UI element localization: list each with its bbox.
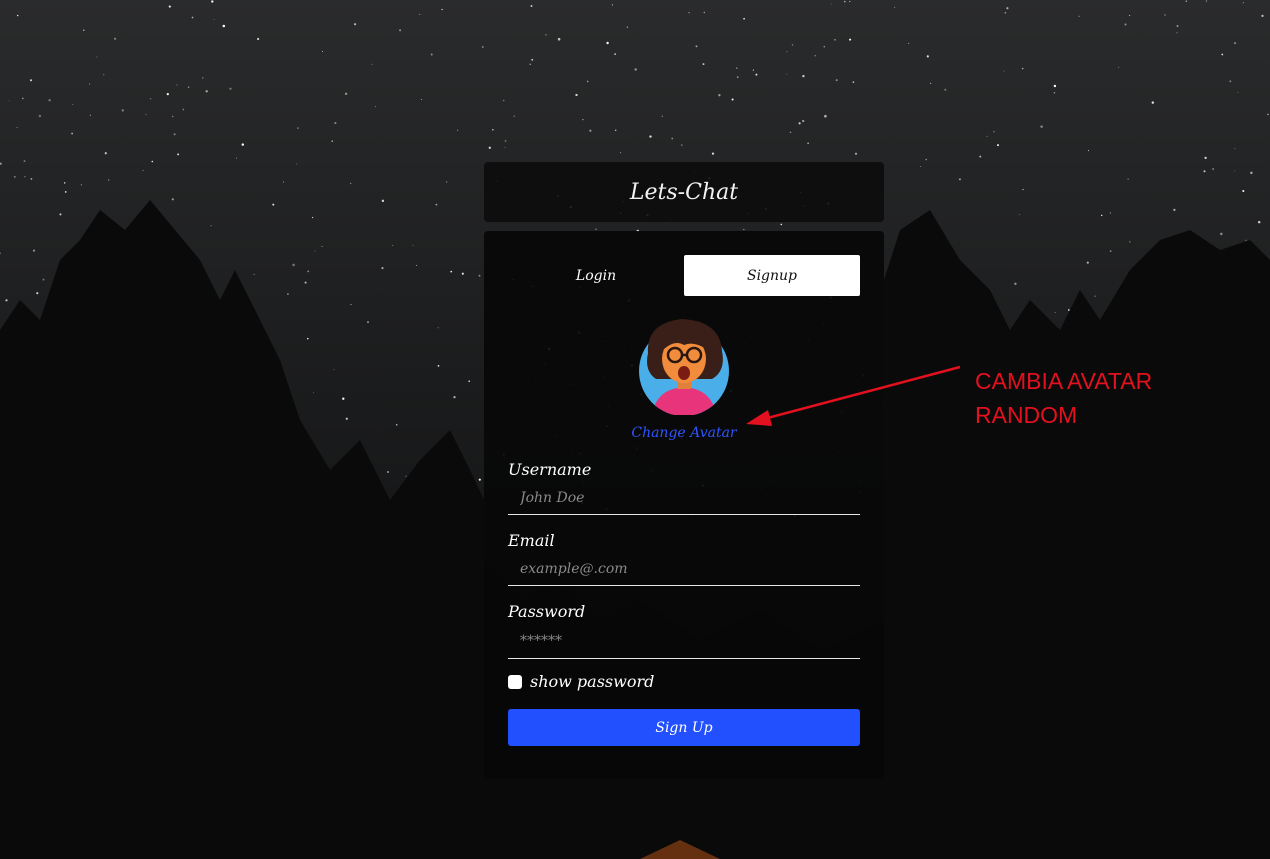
email-input[interactable] xyxy=(508,552,860,586)
username-input[interactable] xyxy=(508,481,860,515)
email-field: Email xyxy=(508,530,860,586)
auth-tabs: Login Signup xyxy=(508,255,860,296)
signup-card: Login Signup Change Avatar Username Emai… xyxy=(484,231,884,779)
show-password-label: show password xyxy=(530,672,655,691)
user-avatar-image xyxy=(639,319,729,415)
email-label: Email xyxy=(508,531,555,550)
sign-up-button[interactable]: Sign Up xyxy=(508,709,860,746)
tab-login[interactable]: Login xyxy=(508,255,684,296)
password-field: Password xyxy=(508,601,860,659)
annotation-text: CAMBIA AVATAR RANDOM xyxy=(975,364,1152,432)
annotation-line-2: RANDOM xyxy=(975,402,1078,428)
app-title: Lets-Chat xyxy=(629,179,739,205)
show-password-row: show password xyxy=(508,672,654,691)
tab-signup-label: Signup xyxy=(746,267,798,284)
app-title-bar: Lets-Chat xyxy=(484,162,884,222)
username-label: Username xyxy=(508,460,592,479)
annotation-line-1: CAMBIA AVATAR xyxy=(975,368,1153,394)
password-label: Password xyxy=(508,602,586,621)
tab-signup[interactable]: Signup xyxy=(684,255,860,296)
password-input[interactable] xyxy=(508,623,860,659)
show-password-checkbox[interactable] xyxy=(508,674,522,689)
sign-up-button-label: Sign Up xyxy=(655,719,713,736)
tab-login-label: Login xyxy=(575,267,617,284)
username-field: Username xyxy=(508,459,860,515)
change-avatar-link[interactable]: Change Avatar xyxy=(484,425,884,441)
